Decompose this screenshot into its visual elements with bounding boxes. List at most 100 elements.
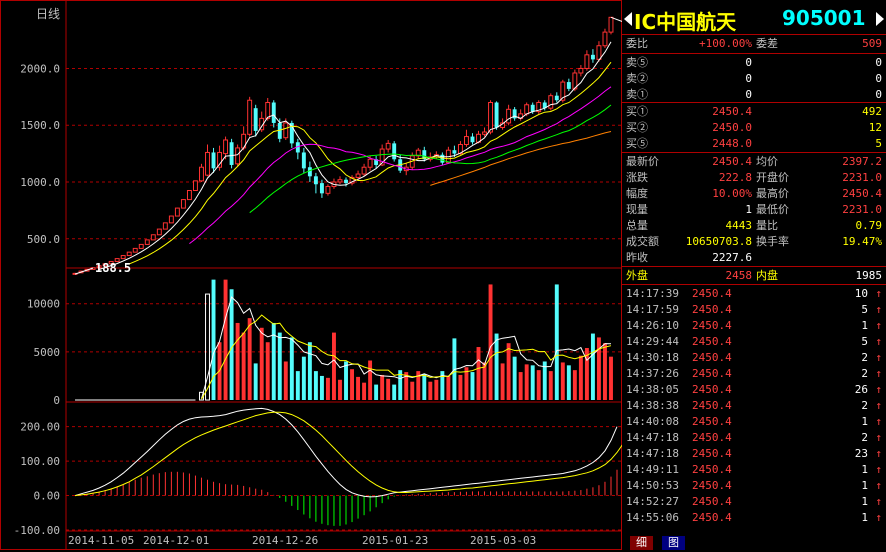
tick-row: 14:47:18 2450.4 23 ↑ bbox=[622, 446, 886, 462]
tick-price: 2450.4 bbox=[692, 431, 732, 444]
candle-body bbox=[162, 222, 168, 230]
volume-bar bbox=[229, 289, 234, 400]
candle-body bbox=[174, 207, 180, 217]
candle-body bbox=[283, 122, 289, 139]
volume-bar bbox=[476, 347, 481, 400]
bid-price: 2448.0 bbox=[712, 137, 752, 150]
tick-row: 14:29:44 2450.4 5 ↑ bbox=[622, 334, 886, 350]
tick-time: 14:47:18 bbox=[626, 447, 679, 460]
candle-body bbox=[192, 180, 198, 191]
tick-row: 14:38:38 2450.4 2 ↑ bbox=[622, 398, 886, 414]
tick-time: 14:38:38 bbox=[626, 399, 679, 412]
prev-arrow-icon[interactable] bbox=[624, 12, 632, 26]
weicha-value: 509 bbox=[862, 37, 882, 50]
tick-row: 14:38:05 2450.4 26 ↑ bbox=[622, 382, 886, 398]
candle-body bbox=[120, 255, 126, 260]
tick-volume: 1 bbox=[861, 415, 868, 428]
candle-body bbox=[199, 166, 204, 182]
candle-body bbox=[506, 108, 512, 124]
up-arrow-icon: ↑ bbox=[875, 495, 882, 508]
quote-header: IC中国航天 905001 bbox=[622, 4, 886, 34]
waipan-row: 外盘 2458 内盘 1985 bbox=[622, 268, 886, 284]
panel-tabs: 细 图 bbox=[622, 532, 886, 552]
ask-row: 卖② 0 0 bbox=[622, 71, 886, 87]
next-arrow-icon[interactable] bbox=[876, 12, 884, 26]
volume-bar bbox=[566, 365, 571, 400]
tick-price: 2450.4 bbox=[692, 495, 732, 508]
up-arrow-icon: ↑ bbox=[875, 447, 882, 460]
tick-price: 2450.4 bbox=[692, 415, 732, 428]
volume-bar bbox=[446, 375, 451, 400]
instrument-name: IC中国航天 bbox=[634, 10, 737, 34]
tick-volume: 10 bbox=[854, 287, 868, 300]
volume-bar bbox=[548, 371, 553, 400]
up-arrow-icon: ↑ bbox=[875, 367, 882, 380]
tick-time: 14:38:05 bbox=[626, 383, 679, 396]
tick-row: 14:50:53 2450.4 1 ↑ bbox=[622, 478, 886, 494]
tick-time: 14:37:26 bbox=[626, 367, 679, 380]
chart-area[interactable]: 日线2000.01500.01000.0500.02450.4188.51000… bbox=[0, 0, 622, 552]
macd-tick-label: -100.00 bbox=[14, 524, 60, 537]
candle-body bbox=[361, 166, 367, 175]
volume-bar bbox=[609, 356, 613, 400]
up-arrow-icon: ↑ bbox=[875, 335, 882, 348]
tick-row: 14:40:08 2450.4 1 ↑ bbox=[622, 414, 886, 430]
candle-body bbox=[584, 54, 590, 69]
tick-row: 14:55:06 2450.4 1 ↑ bbox=[622, 510, 886, 526]
tab-chart[interactable]: 图 bbox=[662, 536, 685, 550]
tick-volume: 23 bbox=[854, 447, 868, 460]
tick-volume: 2 bbox=[861, 367, 868, 380]
candle-body bbox=[132, 247, 138, 253]
tick-price: 2450.4 bbox=[692, 303, 732, 316]
candle-body bbox=[319, 183, 324, 194]
tick-price: 2450.4 bbox=[692, 463, 732, 476]
min-price-label: 188.5 bbox=[95, 261, 131, 275]
volume-bar bbox=[488, 284, 493, 400]
tick-row: 14:17:59 2450.4 5 ↑ bbox=[622, 302, 886, 318]
bid-volume: 492 bbox=[862, 105, 882, 118]
ask-volume: 0 bbox=[875, 88, 882, 101]
up-arrow-icon: ↑ bbox=[875, 351, 882, 364]
quote-label: 开盘价 bbox=[756, 171, 789, 184]
tick-row: 14:47:18 2450.4 2 ↑ bbox=[622, 430, 886, 446]
tick-price: 2450.4 bbox=[692, 479, 732, 492]
tick-volume: 1 bbox=[861, 495, 868, 508]
weibi-label: 委比 bbox=[626, 37, 648, 50]
macd-tick-label: 100.00 bbox=[20, 455, 60, 468]
volume-bar bbox=[560, 362, 565, 400]
candle-body bbox=[470, 136, 475, 143]
volume-bar bbox=[332, 332, 336, 400]
date-tick-label: 2014-11-05 bbox=[68, 534, 134, 547]
tick-volume: 1 bbox=[861, 479, 868, 492]
bid-label: 买① bbox=[626, 105, 648, 118]
volume-bar bbox=[362, 382, 367, 400]
quote-value: 2227.6 bbox=[712, 251, 752, 264]
waipan-value: 2458 bbox=[725, 269, 753, 282]
tick-price: 2450.4 bbox=[692, 447, 732, 460]
macd-tick-label: 0.00 bbox=[34, 490, 61, 503]
up-arrow-icon: ↑ bbox=[875, 319, 882, 332]
candle-body bbox=[392, 143, 397, 160]
ask-row: 卖① 0 0 bbox=[622, 87, 886, 103]
candle-body bbox=[138, 243, 144, 249]
neipan-value: 1985 bbox=[855, 269, 883, 282]
quote-value: 222.8 bbox=[718, 171, 752, 184]
tick-volume: 1 bbox=[861, 511, 868, 524]
tick-price: 2450.4 bbox=[692, 287, 732, 300]
quote-value: 10650703.8 bbox=[685, 235, 752, 248]
volume-bar bbox=[470, 372, 475, 400]
quote-value: 10.00% bbox=[712, 187, 752, 200]
weicha-label: 委差 bbox=[756, 37, 778, 50]
candle-body bbox=[494, 102, 499, 128]
volume-bar bbox=[313, 371, 318, 400]
quote-value: 0.79 bbox=[855, 219, 883, 232]
ask-label: 卖② bbox=[626, 72, 648, 85]
volume-bar bbox=[289, 337, 294, 400]
price-tick-label: 1500.0 bbox=[20, 119, 60, 132]
volume-bar bbox=[259, 327, 264, 400]
volume-bar bbox=[603, 343, 607, 400]
tab-detail[interactable]: 细 bbox=[630, 536, 653, 550]
volume-bar bbox=[277, 332, 282, 400]
candle-body bbox=[211, 152, 216, 169]
tick-time: 14:55:06 bbox=[626, 511, 679, 524]
